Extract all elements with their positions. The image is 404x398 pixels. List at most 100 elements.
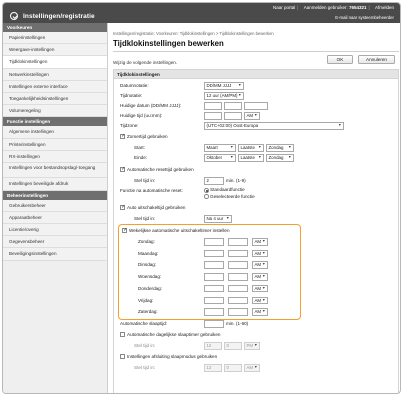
timezone-label: Tijdzone: bbox=[120, 123, 139, 128]
sidebar-item-timer[interactable]: Tijdklokinstellingen bbox=[3, 56, 107, 69]
weekly-day-hour-input[interactable] bbox=[204, 284, 224, 293]
weekly-day-hour-input[interactable] bbox=[204, 261, 224, 269]
dst-end-week-select[interactable]: Laatste ▼ bbox=[238, 154, 264, 162]
daily-sleep-checkbox[interactable] bbox=[120, 332, 125, 337]
weekly-day-ampm-select[interactable]: AM ▼ bbox=[252, 261, 268, 269]
app-title: Instellingen/registratie bbox=[23, 12, 95, 20]
auto-reset-checkbox[interactable] bbox=[120, 166, 125, 172]
sidebar-item-data-management[interactable]: Gegevensbeheer bbox=[3, 236, 107, 249]
reset-default-label: Standaardfunctie bbox=[210, 187, 245, 192]
weekly-day-hour-input[interactable] bbox=[204, 273, 224, 281]
portal-link[interactable]: Naar portal bbox=[273, 5, 295, 10]
sidebar-item-user-management[interactable]: Gebruikersbeheer bbox=[3, 199, 107, 212]
time-format-label: Tijdnotatie: bbox=[120, 93, 143, 98]
sidebar-item-general[interactable]: Algemene instellingen bbox=[3, 126, 107, 139]
weekly-day-minute-input[interactable] bbox=[228, 249, 248, 258]
weekly-day-minute-input[interactable] bbox=[228, 261, 248, 269]
current-ampm-value: AM bbox=[246, 113, 254, 118]
weekly-day-ampm-value: AM bbox=[254, 285, 262, 291]
sidebar-item-printer[interactable]: Printerinstellingen bbox=[3, 138, 107, 151]
sidebar-item-external-interface[interactable]: Instellingen externe interface bbox=[3, 80, 107, 93]
daily-sleep-hour-value: 12 bbox=[206, 343, 212, 348]
daily-sleep-minute-value: 0 bbox=[226, 343, 229, 348]
current-ampm-select[interactable]: AM ▼ bbox=[244, 112, 260, 120]
sleep-exit-ampm-select[interactable]: AM ▼ bbox=[244, 364, 260, 372]
sleep-time-unit: min. (1-60) bbox=[226, 321, 249, 326]
time-format-select[interactable]: 12 uur (AM/PM) ▼ bbox=[204, 92, 244, 100]
offline-time-select[interactable]: Na 4 uur ▼ bbox=[204, 215, 232, 223]
breadcrumb: Instellingen/registratie: Voorkeuren: Ti… bbox=[113, 31, 274, 36]
dst-checkbox[interactable] bbox=[120, 133, 125, 139]
current-date-label: Huidige datum (DD/MM JJJJ): bbox=[120, 103, 182, 108]
dst-start-week-select[interactable]: Laatste ▼ bbox=[238, 144, 264, 152]
current-minute-input[interactable] bbox=[224, 112, 242, 120]
weekly-day-minute-input[interactable] bbox=[228, 284, 248, 293]
daily-sleep-minute-input[interactable]: 0 bbox=[224, 342, 242, 350]
weekly-day-ampm-select[interactable]: AM ▼ bbox=[252, 296, 268, 304]
dst-end-day-select[interactable]: Zondag ▼ bbox=[266, 154, 294, 162]
current-month-input[interactable] bbox=[224, 102, 242, 110]
weekly-day-ampm-select[interactable]: AM ▼ bbox=[252, 238, 268, 246]
sidebar-item-paper[interactable]: Papierinstellingen bbox=[3, 32, 107, 45]
sidebar-item-device-management[interactable]: Apparaatbeheer bbox=[3, 211, 107, 224]
sidebar-item-security[interactable]: Beveiligingsinstellingen bbox=[3, 248, 107, 261]
dst-end-month-select[interactable]: Oktober ▼ bbox=[204, 154, 236, 162]
sidebar-item-network[interactable]: Netwerkinstellingen bbox=[3, 68, 107, 81]
weekly-day-minute-input[interactable] bbox=[228, 296, 248, 304]
reset-time-input[interactable]: 2 bbox=[204, 177, 224, 185]
sidebar-item-license[interactable]: Licentie/overig bbox=[3, 223, 107, 237]
weekly-day-ampm-select[interactable]: AM ▼ bbox=[252, 308, 268, 316]
weekly-day-ampm-select[interactable]: AM ▼ bbox=[252, 284, 268, 293]
sidebar-item-rx[interactable]: RX-instellingen bbox=[3, 150, 107, 163]
chevron-down-icon: ▼ bbox=[261, 309, 266, 314]
weekly-day-ampm-value: AM bbox=[254, 262, 262, 268]
weekly-day-hour-input[interactable] bbox=[204, 249, 224, 258]
weekly-day-hour-input[interactable] bbox=[204, 296, 224, 304]
dst-start-month-select[interactable]: Maart ▼ bbox=[204, 144, 236, 152]
current-year-input[interactable] bbox=[244, 102, 268, 110]
date-format-select[interactable]: DD/MM JJJJ ▼ bbox=[204, 82, 244, 90]
email-admin-link[interactable]: E-mail naar systeembeheerder bbox=[335, 15, 394, 20]
sleep-exit-minute-input[interactable]: 0 bbox=[224, 364, 242, 372]
weekly-timer-checkbox[interactable] bbox=[122, 227, 127, 233]
weekly-day-hour-input[interactable] bbox=[204, 308, 224, 316]
current-day-input[interactable] bbox=[204, 102, 222, 110]
weekly-day-ampm-select[interactable]: AM ▼ bbox=[252, 249, 268, 258]
dst-start-day-select[interactable]: Zondag ▼ bbox=[266, 144, 294, 152]
chevron-down-icon: ▼ bbox=[261, 285, 266, 290]
weekly-day-label: Maandag: bbox=[138, 250, 159, 256]
weekly-day-hour-input[interactable] bbox=[204, 238, 224, 246]
chevron-down-icon: ▼ bbox=[287, 155, 292, 159]
sidebar-section-management: Beheerinstellingen bbox=[3, 190, 107, 200]
ok-button[interactable]: OK bbox=[327, 55, 353, 64]
sidebar-item-file-storage[interactable]: Instellingen voor bestandsopslag/-toegan… bbox=[3, 162, 107, 179]
sleep-time-input[interactable] bbox=[204, 320, 224, 328]
dst-end-month-value: Oktober bbox=[206, 155, 223, 160]
cancel-button[interactable]: Annuleren bbox=[358, 55, 395, 64]
top-bar: Instellingen/registratie Naar portal | Aa… bbox=[3, 3, 400, 23]
sleep-exit-checkbox[interactable] bbox=[120, 354, 125, 359]
sleep-exit-hour-input[interactable]: 12 bbox=[204, 364, 222, 372]
weekly-day-minute-input[interactable] bbox=[228, 273, 248, 281]
weekly-day-minute-input[interactable] bbox=[228, 308, 248, 316]
daily-sleep-hour-input[interactable]: 12 bbox=[204, 342, 222, 350]
timezone-select[interactable]: (UTC+02:00) Oost-Europa ▼ bbox=[204, 122, 344, 130]
logout-link[interactable]: Afmelden bbox=[375, 5, 394, 10]
weekly-day-label: Vrijdag: bbox=[138, 297, 154, 303]
sleep-exit-time-label: Stel tijd in: bbox=[134, 365, 156, 370]
weekly-day-ampm-select[interactable]: AM ▼ bbox=[252, 273, 268, 281]
auto-offline-checkbox[interactable] bbox=[120, 204, 125, 210]
weekly-day-minute-input[interactable] bbox=[228, 238, 248, 246]
current-hour-input[interactable] bbox=[204, 112, 222, 120]
sidebar-section-preferences: Voorkeuren bbox=[3, 23, 107, 32]
date-format-value: DD/MM JJJJ bbox=[206, 83, 232, 88]
sidebar-item-accessibility[interactable]: Toegankelijkheidsinstellingen bbox=[3, 92, 107, 106]
login-user-label: Aanmelden gebruiker: bbox=[303, 4, 348, 10]
sidebar-item-secure-print[interactable]: Instellingen beveiligde afdruk bbox=[3, 178, 107, 191]
sidebar-item-display[interactable]: Weergave-instellingen bbox=[3, 44, 107, 57]
sidebar-item-volume[interactable]: Volumeregeling bbox=[3, 105, 107, 118]
daily-sleep-ampm-select[interactable]: PM ▼ bbox=[244, 342, 260, 350]
sleep-exit-minute-value: 0 bbox=[226, 365, 229, 370]
reset-default-radio[interactable] bbox=[204, 188, 209, 193]
reset-selected-radio[interactable] bbox=[204, 194, 209, 199]
